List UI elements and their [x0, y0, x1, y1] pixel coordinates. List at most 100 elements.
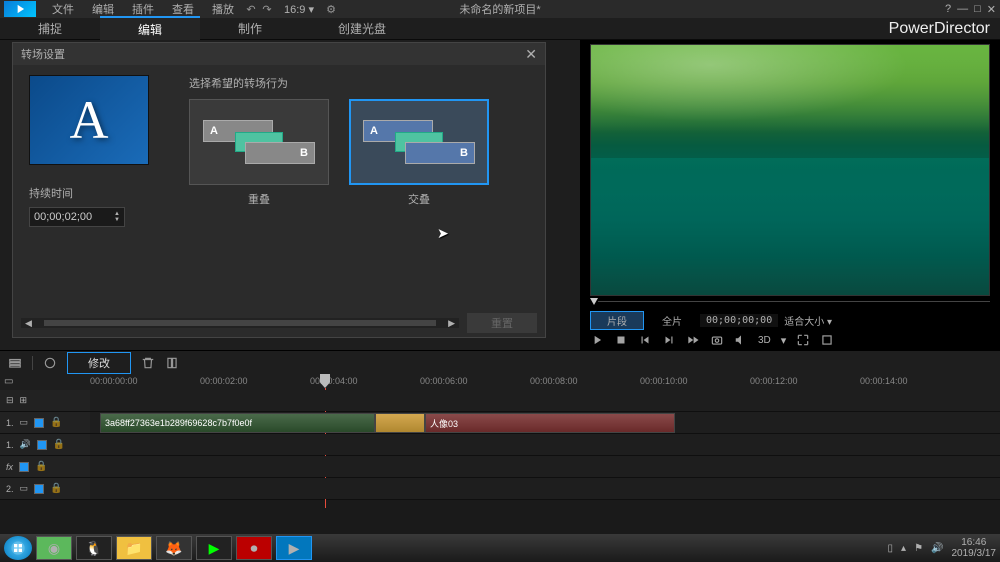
behavior-cross-option[interactable]: A B 交叠 — [349, 99, 489, 207]
minimize-icon[interactable]: — — [957, 3, 968, 15]
help-icon[interactable]: ? — [945, 3, 951, 15]
preview-mode-full[interactable]: 全片 — [650, 312, 694, 329]
pin-icon[interactable]: ⊟ — [6, 395, 14, 406]
preview-3d-dropdown-icon[interactable]: ▾ — [781, 334, 787, 347]
spinner-down-icon[interactable]: ▼ — [114, 217, 120, 223]
tab-edit[interactable]: 编辑 — [100, 16, 200, 41]
ruler-mark: 00:00:08:00 — [530, 376, 578, 386]
fast-forward-icon[interactable] — [686, 333, 700, 347]
track-visible-checkbox[interactable] — [34, 484, 44, 494]
tray-battery-icon[interactable]: ▯ — [888, 543, 894, 554]
tray-clock[interactable]: 16:46 2019/3/17 — [952, 537, 997, 559]
delete-icon[interactable] — [141, 356, 155, 370]
stop-icon[interactable] — [614, 333, 628, 347]
ruler-mark: 00:00:06:00 — [420, 376, 468, 386]
duration-input[interactable]: ▲ ▼ — [29, 207, 125, 227]
preview-fit-dropdown[interactable]: 适合大小 ▾ — [784, 313, 832, 328]
next-frame-icon[interactable] — [662, 333, 676, 347]
settings-icon[interactable]: ⚙ — [324, 2, 338, 16]
marker-icon[interactable] — [43, 356, 57, 370]
play-icon[interactable] — [590, 333, 604, 347]
taskbar-app-4[interactable]: 🦊 — [156, 536, 192, 560]
left-panel: 转场设置 ✕ A 持续时间 ▲ ▼ — [0, 40, 580, 350]
ruler-mark: 00:00:00:00 — [90, 376, 138, 386]
scroll-right-icon[interactable]: ▶ — [444, 318, 459, 329]
fullscreen-icon[interactable] — [796, 333, 810, 347]
video-clip-1[interactable]: 3a68ff27363e1b289f69628c7b7f0e0f — [100, 413, 375, 433]
ruler-mark: 00:00:10:00 — [640, 376, 688, 386]
brand-label: PowerDirector — [889, 20, 990, 38]
track-index: 1. — [6, 440, 14, 450]
timeline-view-icon[interactable] — [8, 356, 22, 370]
audio-track-1: 1. 🔊 🔒 — [0, 434, 1000, 456]
timeline: ▭ 00:00:00:00 00:00:02:00 00:00:04:00 00… — [0, 374, 1000, 524]
tab-produce[interactable]: 制作 — [200, 17, 300, 40]
scroll-left-icon[interactable]: ◀ — [21, 318, 36, 329]
taskbar-app-5[interactable]: ▶ — [196, 536, 232, 560]
dialog-close-icon[interactable]: ✕ — [525, 46, 537, 63]
preview-playhead-icon[interactable] — [590, 298, 598, 305]
preview-3d-toggle[interactable]: 3D — [758, 335, 771, 346]
lock-icon[interactable]: 🔒 — [35, 461, 47, 472]
preview-mode-segment[interactable]: 片段 — [590, 311, 644, 330]
preview-timecode: 00;00;00;00 — [700, 314, 778, 327]
prev-frame-icon[interactable] — [638, 333, 652, 347]
transition-preview-thumb: A — [29, 75, 149, 165]
time-ruler[interactable]: ▭ 00:00:00:00 00:00:02:00 00:00:04:00 00… — [0, 374, 1000, 390]
preview-letter: A — [70, 89, 109, 151]
tab-capture[interactable]: 捕捉 — [0, 17, 100, 40]
video-track-icon: ▭ — [20, 417, 29, 428]
taskbar-app-3[interactable]: 📁 — [116, 536, 152, 560]
taskbar-powerdirector[interactable]: ▶ — [276, 536, 312, 560]
taskbar-app-2[interactable]: 🐧 — [76, 536, 112, 560]
maximize-icon[interactable]: □ — [974, 3, 981, 15]
lock-icon[interactable]: 🔒 — [53, 439, 65, 450]
workflow-tabs: 捕捉 编辑 制作 创建光盘 PowerDirector — [0, 18, 1000, 40]
preview-viewport[interactable] — [590, 44, 990, 296]
tray-flag-icon[interactable]: ⚑ — [914, 543, 923, 554]
windows-taskbar: ◉ 🐧 📁 🦊 ▶ ⏺ ▶ ▯ ▴ ⚑ 🔊 16:46 2019/3/17 — [0, 534, 1000, 562]
track-index: 1. — [6, 418, 14, 428]
reset-button[interactable]: 重置 — [467, 313, 537, 333]
behavior-overlap-option[interactable]: A B 重叠 — [189, 99, 329, 207]
snap-icon[interactable]: ⊞ — [20, 395, 28, 406]
tray-volume-icon[interactable]: 🔊 — [931, 543, 943, 554]
fx-track: fx 🔒 — [0, 456, 1000, 478]
overlap-b-label: B — [245, 142, 315, 164]
video-track-2: 2. ▭ 🔒 — [0, 478, 1000, 500]
ruler-mark: 00:00:14:00 — [860, 376, 908, 386]
snapshot-icon[interactable] — [710, 333, 724, 347]
undock-icon[interactable] — [820, 333, 834, 347]
video-clip-2[interactable]: 人像03 — [425, 413, 675, 433]
behavior-label: 选择希望的转场行为 — [189, 75, 529, 91]
lock-icon[interactable]: 🔒 — [50, 417, 62, 428]
redo-icon[interactable]: ↷ — [260, 2, 274, 16]
undo-icon[interactable]: ↶ — [244, 2, 258, 16]
overlap-caption: 重叠 — [189, 191, 329, 207]
duration-field[interactable] — [34, 211, 106, 223]
track-visible-checkbox[interactable] — [34, 418, 44, 428]
lock-icon[interactable]: 🔒 — [50, 483, 62, 494]
split-icon[interactable] — [165, 356, 179, 370]
start-button[interactable] — [4, 536, 32, 560]
duration-label: 持续时间 — [29, 185, 169, 201]
tab-create-disc[interactable]: 创建光盘 — [300, 17, 424, 40]
close-icon[interactable]: ✕ — [987, 3, 996, 16]
video-track-icon: ▭ — [20, 483, 29, 494]
taskbar-app-6[interactable]: ⏺ — [236, 536, 272, 560]
dialog-hscrollbar[interactable]: ◀ ▶ — [21, 318, 459, 328]
aspect-dropdown[interactable]: 16:9 ▾ — [276, 1, 322, 18]
track-audible-checkbox[interactable] — [37, 440, 47, 450]
track-header-row: ⊟⊞ — [0, 390, 1000, 412]
storyboard-icon[interactable]: ▭ — [4, 376, 13, 387]
transition-settings-dialog: 转场设置 ✕ A 持续时间 ▲ ▼ — [12, 42, 546, 338]
volume-icon[interactable] — [734, 333, 748, 347]
fx-visible-checkbox[interactable] — [19, 462, 29, 472]
ruler-mark: 00:00:04:00 — [310, 376, 358, 386]
taskbar-app-1[interactable]: ◉ — [36, 536, 72, 560]
transition-clip[interactable] — [375, 413, 425, 433]
cross-b-label: B — [405, 142, 475, 164]
audio-track-icon: 🔊 — [20, 439, 31, 450]
tray-up-icon[interactable]: ▴ — [901, 543, 906, 554]
modify-button[interactable]: 修改 — [67, 352, 131, 374]
